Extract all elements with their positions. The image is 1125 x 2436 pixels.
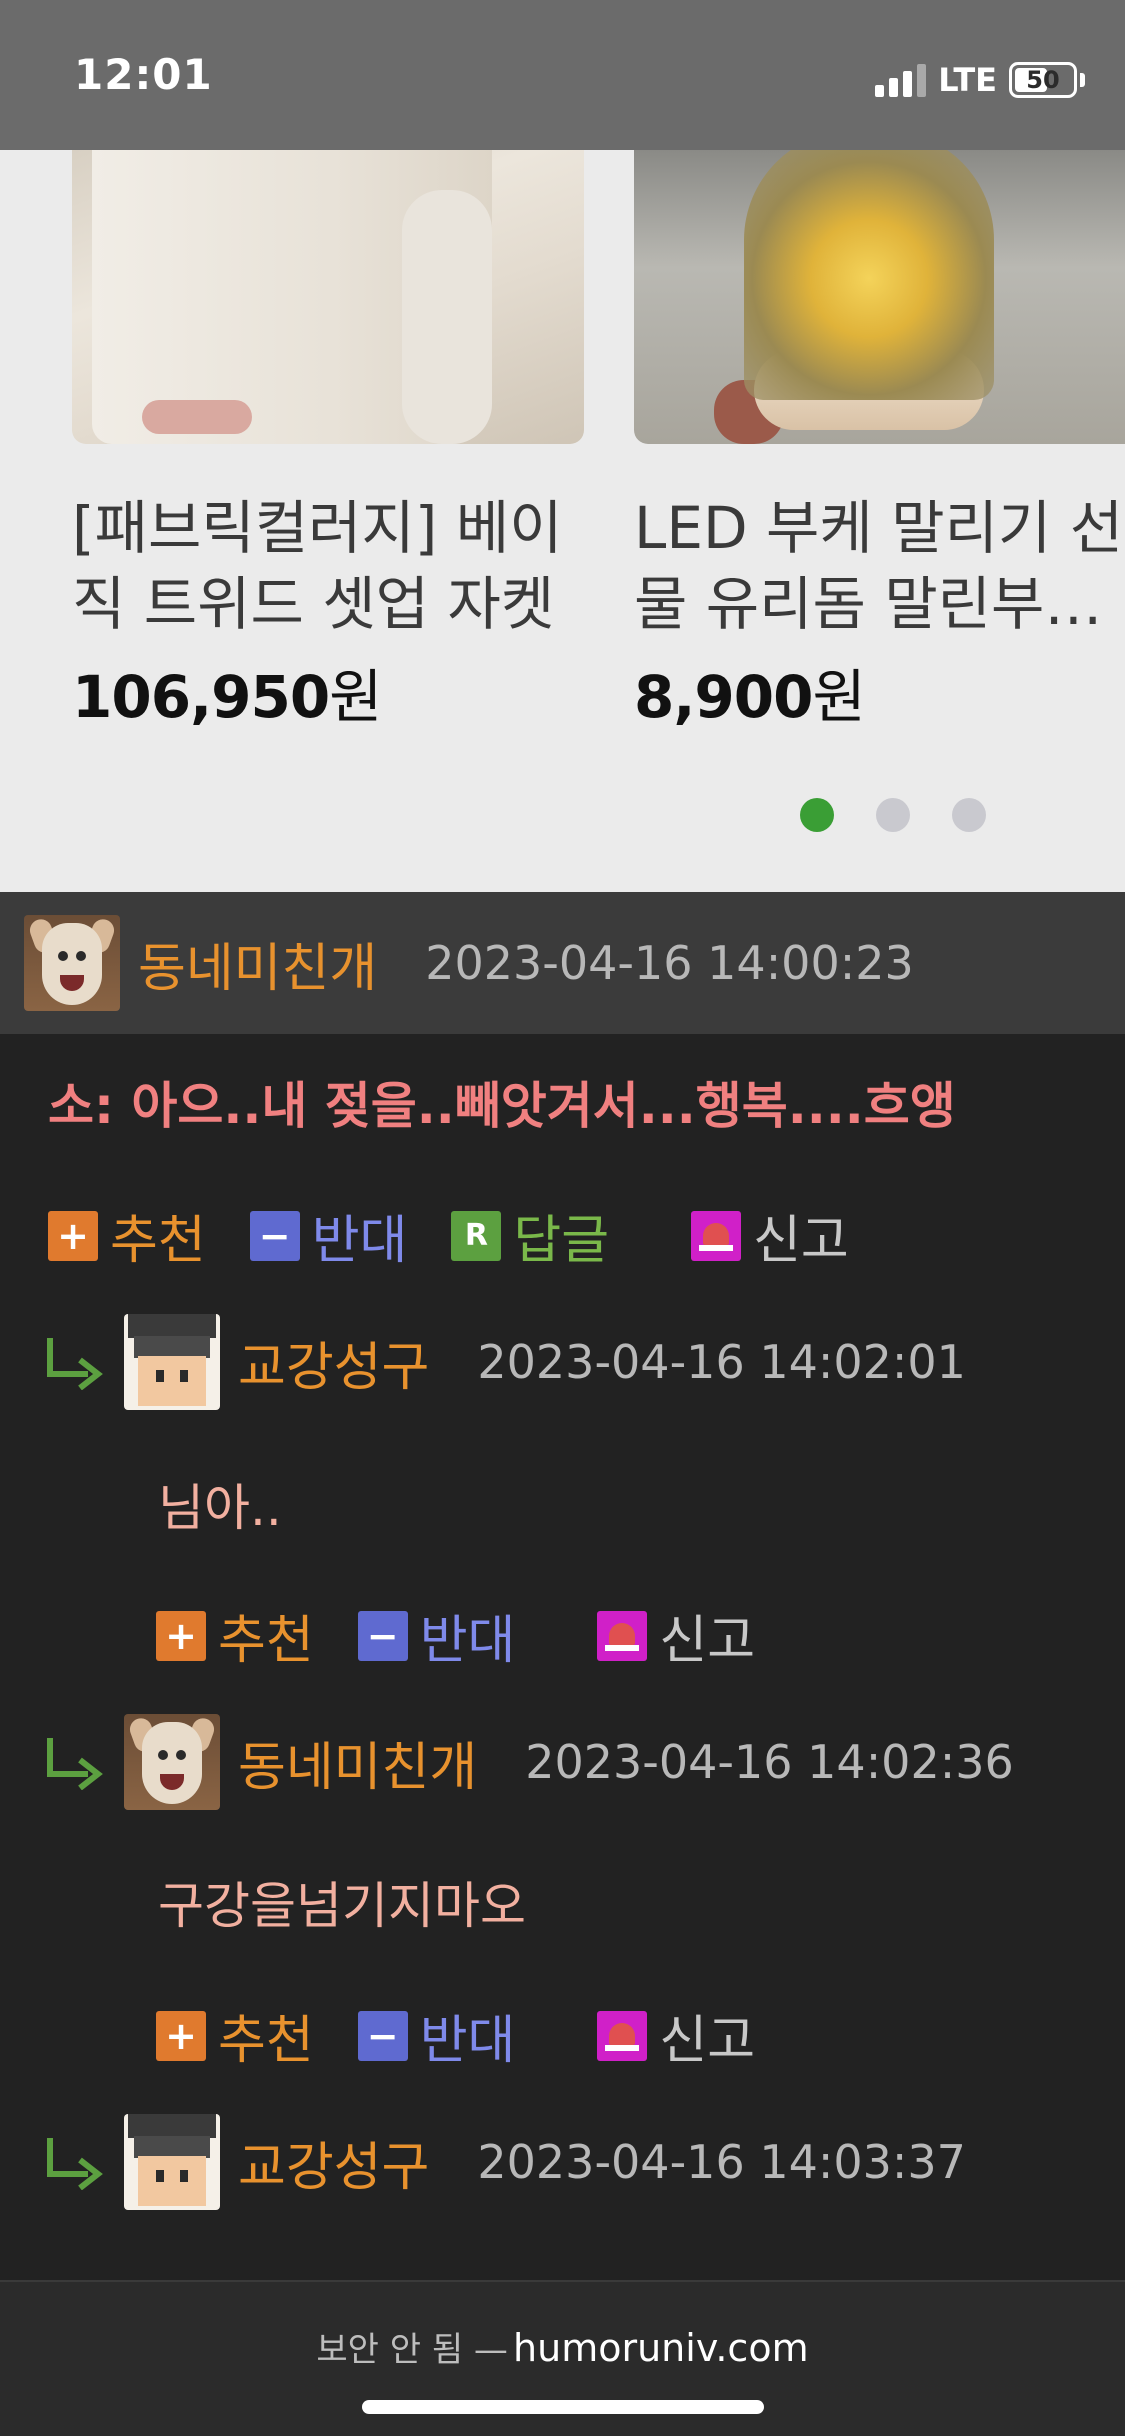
comment-text: 소: 아으..내 젖을..빼앗겨서...행복....흐앵 (48, 1077, 956, 1135)
comment-actions: + 추천 − 반대 R 답글 신고 (48, 1198, 893, 1273)
avatar[interactable] (24, 915, 120, 1011)
url-domain: humoruniv.com (513, 2326, 809, 2370)
avatar[interactable] (124, 2114, 220, 2210)
comment-date: 2023-04-16 14:00:23 (425, 936, 914, 990)
url-display[interactable]: 보안 안 됨 — humoruniv.com (0, 2322, 1125, 2371)
reply-r-icon: R (451, 1210, 502, 1261)
product-title-line: LED 부케 말리기 선 (634, 494, 1124, 562)
recommend-label: 추천 (218, 1611, 314, 1671)
siren-icon (597, 2010, 648, 2061)
comment-header: 동네미친개 2023-04-16 14:00:23 (0, 892, 1125, 1034)
page-dot[interactable] (952, 798, 986, 832)
product-title-line: 직 트위드 셋업 자켓 (72, 570, 555, 638)
oppose-label: 반대 (311, 1211, 408, 1271)
siren-icon (691, 1210, 742, 1261)
product-image[interactable] (72, 150, 584, 444)
reply-label: 답글 (513, 1211, 610, 1271)
signal-icon (875, 63, 927, 97)
price-unit: 원 (812, 663, 866, 731)
avatar[interactable] (124, 1714, 220, 1810)
reply-text: 님아.. (158, 1479, 282, 1537)
recommend-button[interactable]: + 추천 (48, 1198, 206, 1273)
oppose-button[interactable]: − 반대 (357, 1998, 516, 2073)
oppose-button[interactable]: − 반대 (357, 1598, 516, 1673)
reply-nickname[interactable]: 교강성구 (238, 1325, 429, 1400)
price-number: 8,900 (634, 663, 813, 731)
product-price: 8,900원 (634, 650, 1125, 734)
recommend-button[interactable]: + 추천 (156, 1998, 314, 2073)
network-type: LTE (938, 61, 997, 99)
reply-date: 2023-04-16 14:02:36 (525, 1735, 1014, 1789)
oppose-label: 반대 (419, 1611, 516, 1671)
product-card[interactable]: LED 부케 말리기 선 물 유리돔 말린부… 8,900원 (634, 150, 1125, 734)
reply-actions: + 추천 − 반대 신고 (156, 1598, 799, 1673)
price-number: 106,950 (72, 663, 330, 731)
reply-actions: + 추천 − 반대 신고 (156, 1998, 799, 2073)
product-image[interactable] (634, 150, 1125, 444)
recommend-button[interactable]: + 추천 (156, 1598, 314, 1673)
product-price: 106,950원 (72, 650, 584, 734)
battery-level: 50 (1026, 66, 1060, 94)
recommend-label: 추천 (110, 1211, 206, 1271)
browser-address-bar[interactable]: 보안 안 됨 — humoruniv.com (0, 2280, 1125, 2436)
report-label: 신고 (753, 1211, 849, 1271)
reply-nickname[interactable]: 동네미친개 (238, 1725, 477, 1800)
product-card[interactable]: [패브릭컬러지] 베이 직 트위드 셋업 자켓 106,950원 (72, 150, 584, 734)
reply-date: 2023-04-16 14:03:37 (477, 2135, 966, 2189)
report-label: 신고 (659, 2011, 756, 2071)
reply-header: 교강성구 2023-04-16 14:03:37 (44, 2114, 966, 2210)
price-unit: 원 (329, 663, 383, 731)
report-label: 신고 (659, 1611, 756, 1671)
report-button[interactable]: 신고 (597, 1598, 755, 1673)
report-button[interactable]: 신고 (597, 1998, 755, 2073)
reply-header: 동네미친개 2023-04-16 14:02:36 (44, 1714, 1014, 1810)
battery-tip (1080, 73, 1085, 87)
carousel-page-indicator[interactable] (800, 798, 986, 832)
reply-nickname[interactable]: 교강성구 (238, 2125, 429, 2200)
product-title[interactable]: LED 부케 말리기 선 물 유리돔 말린부… (634, 490, 1125, 642)
reply-arrow-icon (44, 1734, 104, 1790)
reply-arrow-icon (44, 1334, 104, 1390)
minus-icon: − (357, 1610, 408, 1661)
comment-nickname[interactable]: 동네미친개 (138, 926, 377, 1001)
recommend-label: 추천 (218, 2011, 314, 2071)
minus-icon: − (357, 2010, 408, 2061)
oppose-button[interactable]: − 반대 (249, 1198, 408, 1273)
siren-icon (597, 1610, 648, 1661)
reply-text: 구강을넘기지마오 (158, 1877, 526, 1935)
home-indicator[interactable] (362, 2400, 764, 2414)
status-indicators: LTE 50 (875, 60, 1085, 100)
battery-icon: 50 (1009, 62, 1077, 98)
security-warning: 보안 안 됨 — (316, 2330, 508, 2370)
report-button[interactable]: 신고 (691, 1198, 849, 1273)
reply-button[interactable]: R 답글 (451, 1198, 609, 1273)
page-dot[interactable] (876, 798, 910, 832)
plus-icon: + (48, 1210, 98, 1261)
oppose-label: 반대 (419, 2011, 516, 2071)
product-title-line: [패브릭컬러지] 베이 (72, 494, 563, 562)
reply-header: 교강성구 2023-04-16 14:02:01 (44, 1314, 966, 1410)
product-carousel[interactable]: [패브릭컬러지] 베이 직 트위드 셋업 자켓 106,950원 LED 부케 … (0, 150, 1125, 892)
reply-arrow-icon (44, 2134, 104, 2190)
product-title[interactable]: [패브릭컬러지] 베이 직 트위드 셋업 자켓 (72, 490, 584, 642)
page-dot-active[interactable] (800, 798, 834, 832)
reply-date: 2023-04-16 14:02:01 (477, 1335, 966, 1389)
status-time: 12:01 (74, 50, 213, 99)
plus-icon: + (156, 2010, 206, 2061)
plus-icon: + (156, 1610, 206, 1661)
product-title-line: 물 유리돔 말린부… (634, 570, 1103, 638)
status-bar: 12:01 LTE 50 (0, 0, 1125, 150)
avatar[interactable] (124, 1314, 220, 1410)
minus-icon: − (249, 1210, 300, 1261)
